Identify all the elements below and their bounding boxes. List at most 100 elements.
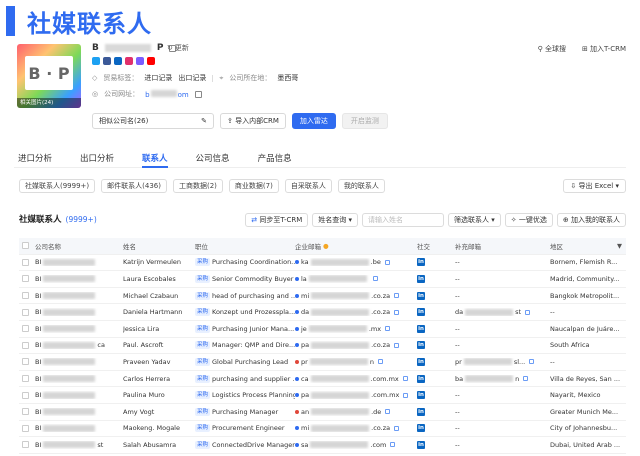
row-checkbox[interactable] xyxy=(21,441,29,449)
pinterest-icon[interactable] xyxy=(136,57,144,65)
tab-company-info[interactable]: 公司信息 xyxy=(192,148,234,167)
cell-company[interactable]: BI xyxy=(35,358,123,366)
cell-email[interactable]: ca .com.mx xyxy=(295,375,417,383)
cell-email[interactable]: la xyxy=(295,275,417,283)
cell-company[interactable]: BI st xyxy=(35,441,123,449)
sync-crm-button[interactable]: ⇄ 同步至T-CRM xyxy=(245,213,309,227)
similar-company-select[interactable]: 相似公司名(26) ✎ xyxy=(92,113,214,129)
linkedin-icon[interactable]: in xyxy=(417,324,425,333)
name-query-select[interactable]: 姓名查询 ▾ xyxy=(312,213,359,227)
row-checkbox[interactable] xyxy=(21,325,29,333)
copy-icon[interactable] xyxy=(525,309,531,315)
linkedin-icon[interactable]: in xyxy=(417,391,425,400)
tab-contacts[interactable]: 联系人 xyxy=(138,148,172,168)
import-crm-button[interactable]: ⇪ 导入内部CRM xyxy=(220,113,286,129)
table-row[interactable]: BI Praveen Yadav 采购 Global Purchasing Lead p… xyxy=(19,354,626,371)
cell-company[interactable]: BI xyxy=(35,408,123,416)
row-checkbox[interactable] xyxy=(21,308,29,316)
row-checkbox[interactable] xyxy=(21,391,29,399)
copy-icon[interactable] xyxy=(194,90,202,98)
table-row[interactable]: BI Amy Vogt 采购 Purchasing Manager an .de in -- G… xyxy=(19,404,626,421)
filter-icon[interactable]: ▼ xyxy=(617,242,622,250)
linkedin-icon[interactable]: in xyxy=(417,308,425,317)
cell-email[interactable]: pa .com.mx xyxy=(295,391,417,399)
cell-company[interactable]: BI xyxy=(35,258,123,266)
add-radar-button[interactable]: 加入雷达 xyxy=(291,113,336,129)
table-row[interactable]: BI Paulina Muro 采购 Logistics Process Planni… xyxy=(19,387,626,404)
filter-contacts-select[interactable]: 筛选联系人 ▾ xyxy=(448,213,501,227)
name-search-input[interactable] xyxy=(362,213,445,227)
cell-email[interactable]: an .de xyxy=(295,408,417,416)
copy-icon[interactable] xyxy=(394,293,400,299)
tab-export-analysis[interactable]: 出口分析 xyxy=(76,148,118,167)
col-position[interactable]: 职位 xyxy=(195,241,295,251)
one-click-button[interactable]: ✧ 一键优选 xyxy=(504,213,553,227)
col-email[interactable]: 企业邮箱 ● xyxy=(295,241,417,251)
col-extra-email[interactable]: 补充邮箱 xyxy=(455,241,550,251)
row-checkbox[interactable] xyxy=(21,292,29,300)
export-excel-button[interactable]: ⇩ 导出 Excel ▾ xyxy=(563,179,626,193)
copy-icon[interactable] xyxy=(523,376,529,382)
table-row[interactable]: BI Katrijn Vermeulen 采购 Purchasing Coordina… xyxy=(19,255,626,272)
subtab-self-collected[interactable]: 自采联系人 xyxy=(284,179,332,193)
cell-company[interactable]: BI xyxy=(35,308,123,316)
copy-icon[interactable] xyxy=(390,442,396,448)
row-checkbox[interactable] xyxy=(21,375,29,383)
linkedin-icon[interactable]: in xyxy=(417,424,425,433)
youtube-icon[interactable] xyxy=(147,57,155,65)
cell-email[interactable]: pr n xyxy=(295,358,417,366)
linkedin-icon[interactable]: in xyxy=(417,341,425,350)
add-crm-button[interactable]: ⊞ 加入T-CRM xyxy=(582,44,626,54)
subtab-commercial[interactable]: 商业数据(7) xyxy=(228,179,279,193)
copy-icon[interactable] xyxy=(372,276,378,282)
cell-company[interactable]: BI xyxy=(35,325,123,333)
row-checkbox[interactable] xyxy=(21,275,29,283)
row-checkbox[interactable] xyxy=(21,408,29,416)
cell-company[interactable]: BI xyxy=(35,375,123,383)
cell-email[interactable]: sa .com xyxy=(295,441,417,449)
linkedin-icon[interactable]: in xyxy=(417,291,425,300)
col-region[interactable]: 地区 ▼ xyxy=(550,241,626,251)
table-row[interactable]: BI ca Paul. Ascroft 采购 Manager: QMP and Dire… xyxy=(19,338,626,355)
subtab-my-contacts[interactable]: 我的联系人 xyxy=(337,179,385,193)
table-row[interactable]: BI Jessica Lira 采购 Purchasing Junior Mana..… xyxy=(19,321,626,338)
cell-company[interactable]: BI xyxy=(35,275,123,283)
cell-email[interactable]: pa .co.za xyxy=(295,341,417,349)
cell-email[interactable]: ka .be xyxy=(295,258,417,266)
update-button[interactable]: ↻ 更新 xyxy=(167,43,189,53)
linkedin-icon[interactable]: in xyxy=(417,274,425,283)
row-checkbox[interactable] xyxy=(21,258,29,266)
add-my-contacts-button[interactable]: ⊕ 加入我的联系人 xyxy=(556,213,626,227)
linkedin-icon[interactable]: in xyxy=(417,258,425,267)
subtab-social[interactable]: 社媒联系人(9999+) xyxy=(19,179,96,193)
copy-icon[interactable] xyxy=(394,309,400,315)
tab-import-analysis[interactable]: 进口分析 xyxy=(14,148,56,167)
select-all-checkbox[interactable] xyxy=(21,242,29,250)
cell-email[interactable]: mi .co.za xyxy=(295,292,417,300)
cell-email[interactable]: mi .co.za xyxy=(295,424,417,432)
copy-icon[interactable] xyxy=(529,359,535,365)
instagram-icon[interactable] xyxy=(125,57,133,65)
linkedin-icon[interactable]: in xyxy=(417,407,425,416)
enable-monitor-button[interactable]: 开启监测 xyxy=(341,113,388,129)
twitter-icon[interactable] xyxy=(92,57,100,65)
copy-icon[interactable] xyxy=(403,392,409,398)
subtab-business-registry[interactable]: 工商数据(2) xyxy=(172,179,223,193)
global-search-button[interactable]: ⚲ 全球搜 xyxy=(538,44,566,54)
cell-company[interactable]: BI xyxy=(35,424,123,432)
tab-product-info[interactable]: 产品信息 xyxy=(254,148,296,167)
facebook-icon[interactable] xyxy=(103,57,111,65)
row-checkbox[interactable] xyxy=(21,424,29,432)
copy-icon[interactable] xyxy=(385,409,391,415)
col-name[interactable]: 姓名 xyxy=(123,241,195,251)
website-link[interactable]: b om xyxy=(145,89,189,99)
copy-icon[interactable] xyxy=(402,376,408,382)
cell-email[interactable]: je .mx xyxy=(295,325,417,333)
table-row[interactable]: BI Laura Escobales 采购 Senior Commodity Buye… xyxy=(19,271,626,288)
copy-icon[interactable] xyxy=(377,359,383,365)
table-row[interactable]: BI Maokeng. Mogale 采购 Procurement Engineer m… xyxy=(19,421,626,438)
cell-company[interactable]: BI xyxy=(35,391,123,399)
linkedin-icon[interactable]: in xyxy=(417,374,425,383)
subtab-email[interactable]: 邮件联系人(436) xyxy=(101,179,167,193)
copy-icon[interactable] xyxy=(394,425,400,431)
